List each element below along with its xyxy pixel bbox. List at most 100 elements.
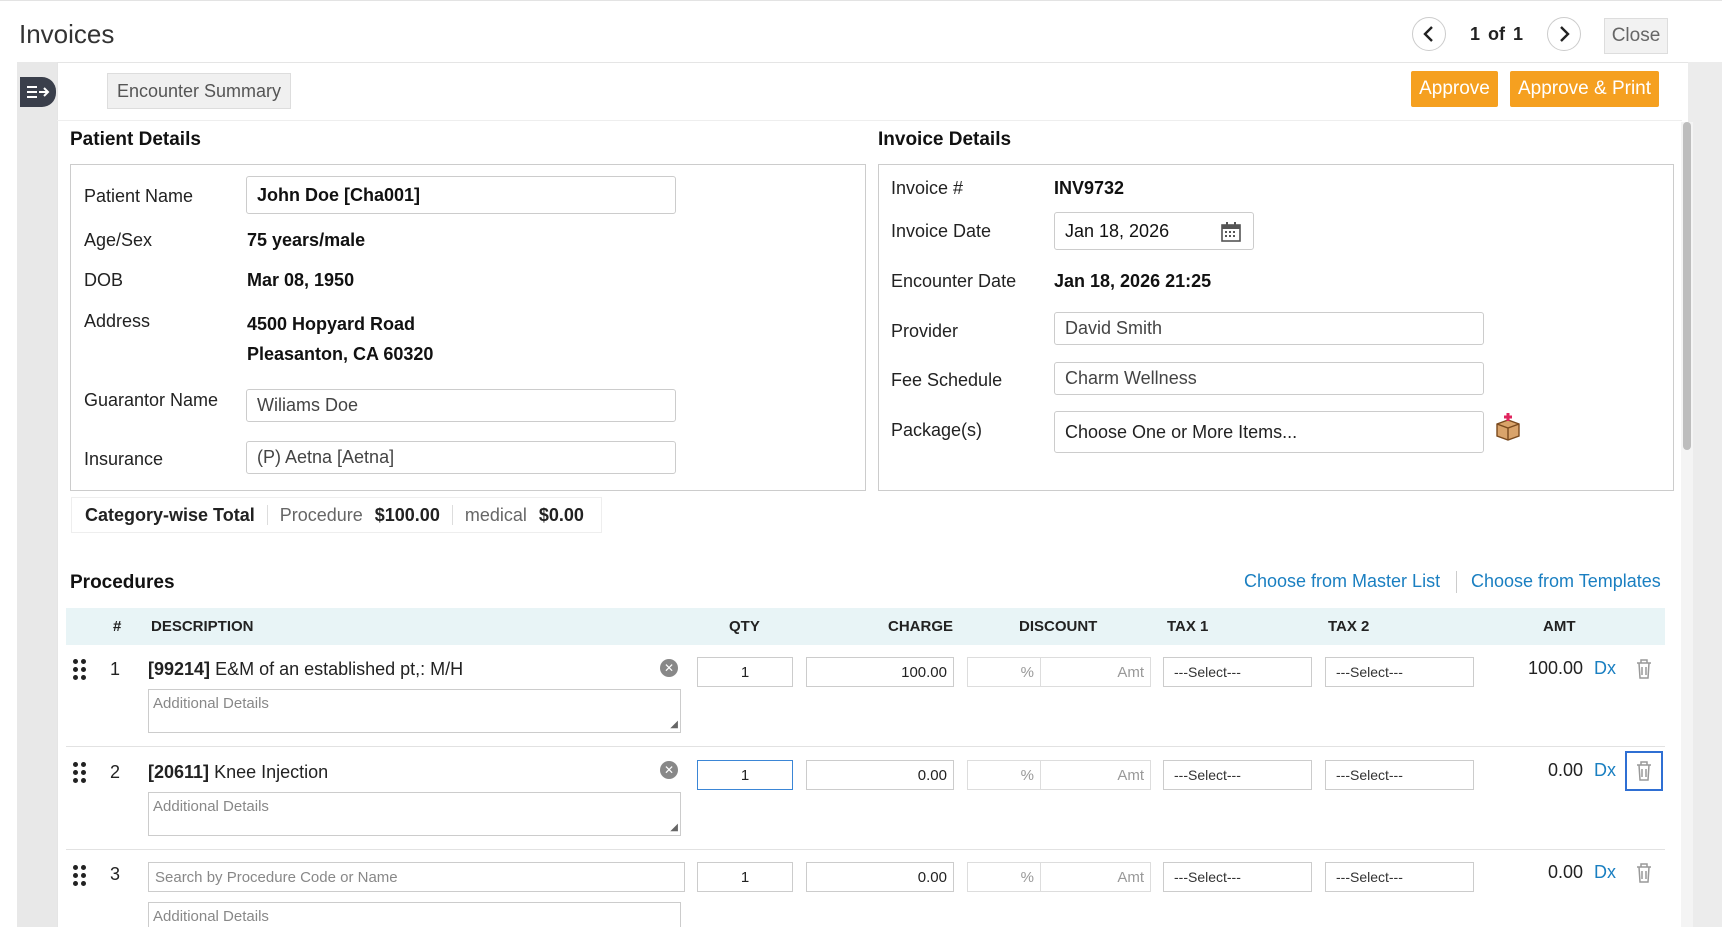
invoice-number-label: Invoice # xyxy=(891,178,964,198)
age-sex-value: 75 years/male xyxy=(247,230,366,250)
tax1-select[interactable]: ---Select--- xyxy=(1163,862,1312,892)
category-amount: $0.00 xyxy=(538,504,584,525)
procedure-description: [20611] Knee Injection xyxy=(148,762,329,782)
encounter-summary-button[interactable]: Encounter Summary xyxy=(107,73,291,109)
expand-menu-icon xyxy=(27,86,50,98)
procedure-search-input[interactable]: Search by Procedure Code or Name xyxy=(148,862,685,892)
row-amount: 0.00 xyxy=(1547,862,1583,882)
choose-master-list-link[interactable]: Choose from Master List xyxy=(1244,571,1440,592)
col-discount: DISCOUNT xyxy=(1019,618,1098,635)
patient-name-field[interactable]: John Doe [Cha001] xyxy=(246,176,676,214)
qty-input[interactable]: 1 xyxy=(697,760,793,790)
patient-details-title: Patient Details xyxy=(70,129,201,150)
invoice-number-value: INV9732 xyxy=(1054,178,1125,198)
sidebar-toggle-button[interactable] xyxy=(20,77,56,107)
delete-icon[interactable] xyxy=(1634,658,1654,680)
pager: 1 of 1 xyxy=(1412,17,1582,51)
package-label: Package(s) xyxy=(891,420,983,440)
provider-field[interactable]: David Smith xyxy=(1054,312,1484,345)
dx-link[interactable]: Dx xyxy=(1594,658,1616,679)
charge-input[interactable]: 0.00 xyxy=(806,862,954,892)
col-tax1: TAX 1 xyxy=(1167,618,1209,635)
qty-input[interactable]: 1 xyxy=(697,657,793,687)
next-page-button[interactable] xyxy=(1547,17,1582,51)
col-tax2: TAX 2 xyxy=(1328,618,1370,635)
fee-schedule-label: Fee Schedule xyxy=(891,370,1003,390)
clear-icon[interactable]: ✕ xyxy=(660,659,678,677)
qty-input[interactable]: 1 xyxy=(697,862,793,892)
approve-print-button[interactable]: Approve & Print xyxy=(1510,71,1659,107)
insurance-label: Insurance xyxy=(84,449,164,469)
address-label: Address xyxy=(84,311,151,331)
category-name: Procedure xyxy=(279,504,363,525)
tax1-select[interactable]: ---Select--- xyxy=(1163,657,1312,687)
encounter-date-value: Jan 18, 2026 21:25 xyxy=(1054,271,1212,291)
guarantor-field[interactable]: Wiliams Doe xyxy=(246,389,676,422)
close-button[interactable]: Close xyxy=(1604,18,1668,54)
procedures-title: Procedures xyxy=(70,572,175,593)
delete-icon[interactable] xyxy=(1634,862,1654,884)
drag-handle-icon[interactable] xyxy=(73,659,87,680)
address-line1: 4500 Hopyard Road xyxy=(247,314,416,334)
insurance-field[interactable]: (P) Aetna [Aetna] xyxy=(246,441,676,474)
scrollbar-thumb[interactable] xyxy=(1683,122,1691,450)
category-name: medical xyxy=(464,504,527,525)
encounter-date-label: Encounter Date xyxy=(891,271,1017,291)
prev-page-button[interactable] xyxy=(1412,17,1446,51)
drag-handle-icon[interactable] xyxy=(73,762,87,783)
procedures-table-header: # DESCRIPTION QTY CHARGE DISCOUNT TAX 1 … xyxy=(66,608,1665,645)
procedure-description: [99214] E&M of an established pt,: M/H xyxy=(148,659,464,679)
fee-schedule-field[interactable]: Charm Wellness xyxy=(1054,362,1484,395)
add-package-icon[interactable] xyxy=(1493,412,1523,442)
additional-details-field[interactable]: Additional Details ◢ xyxy=(148,689,681,733)
discount-input[interactable]: % Amt xyxy=(967,657,1151,687)
choose-templates-link[interactable]: Choose from Templates xyxy=(1471,571,1661,592)
col-description: DESCRIPTION xyxy=(151,618,254,635)
guarantor-label: Guarantor Name xyxy=(84,390,219,410)
approve-button[interactable]: Approve xyxy=(1411,71,1498,107)
invoice-date-value: Jan 18, 2026 xyxy=(1065,220,1170,241)
age-sex-label: Age/Sex xyxy=(84,230,153,250)
delete-icon[interactable] xyxy=(1625,751,1663,791)
charge-input[interactable]: 0.00 xyxy=(806,760,954,790)
tax2-select[interactable]: ---Select--- xyxy=(1325,862,1474,892)
invoice-details-title: Invoice Details xyxy=(878,129,1012,150)
row-amount: 100.00 xyxy=(1527,658,1583,678)
charge-input[interactable]: 100.00 xyxy=(806,657,954,687)
row-number: 2 xyxy=(110,762,121,782)
address-line2: Pleasanton, CA 60320 xyxy=(247,344,434,364)
col-amt: AMT xyxy=(1543,618,1576,635)
category-total-label: Category-wise Total xyxy=(85,504,255,525)
additional-details-field[interactable]: Additional Details xyxy=(148,902,681,927)
row-amount: 0.00 xyxy=(1547,760,1583,780)
patient-name-label: Patient Name xyxy=(84,186,194,206)
discount-input[interactable]: % Amt xyxy=(967,862,1151,892)
chevron-right-icon xyxy=(1560,26,1570,42)
tax2-select[interactable]: ---Select--- xyxy=(1325,760,1474,790)
divider xyxy=(57,120,1682,121)
chevron-left-icon xyxy=(1423,26,1433,42)
invoice-date-label: Invoice Date xyxy=(891,221,992,241)
row-number: 3 xyxy=(110,864,121,884)
clear-icon[interactable]: ✕ xyxy=(660,761,678,779)
dx-link[interactable]: Dx xyxy=(1594,862,1616,883)
dx-link[interactable]: Dx xyxy=(1594,760,1616,781)
left-sidebar xyxy=(17,62,57,927)
dob-value: Mar 08, 1950 xyxy=(247,270,355,290)
link-divider xyxy=(1456,571,1457,593)
tax2-select[interactable]: ---Select--- xyxy=(1325,657,1474,687)
additional-details-field[interactable]: Additional Details ◢ xyxy=(148,792,681,836)
discount-input[interactable]: % Amt xyxy=(967,760,1151,790)
col-num: # xyxy=(113,618,122,635)
calendar-icon[interactable] xyxy=(1221,222,1241,242)
pager-text: 1 of 1 xyxy=(1470,23,1524,44)
provider-label: Provider xyxy=(891,321,959,341)
top-bar: Invoices 1 of 1 Close xyxy=(0,0,1722,62)
drag-handle-icon[interactable] xyxy=(73,865,87,886)
category-total-bar: Category-wise Total Procedure $100.00 me… xyxy=(71,497,602,533)
invoice-date-field[interactable]: Jan 18, 2026 xyxy=(1054,212,1254,250)
package-select[interactable]: Choose One or More Items... xyxy=(1054,411,1484,453)
tax1-select[interactable]: ---Select--- xyxy=(1163,760,1312,790)
vertical-scrollbar[interactable] xyxy=(1681,122,1693,927)
page-title: Invoices xyxy=(19,19,115,49)
